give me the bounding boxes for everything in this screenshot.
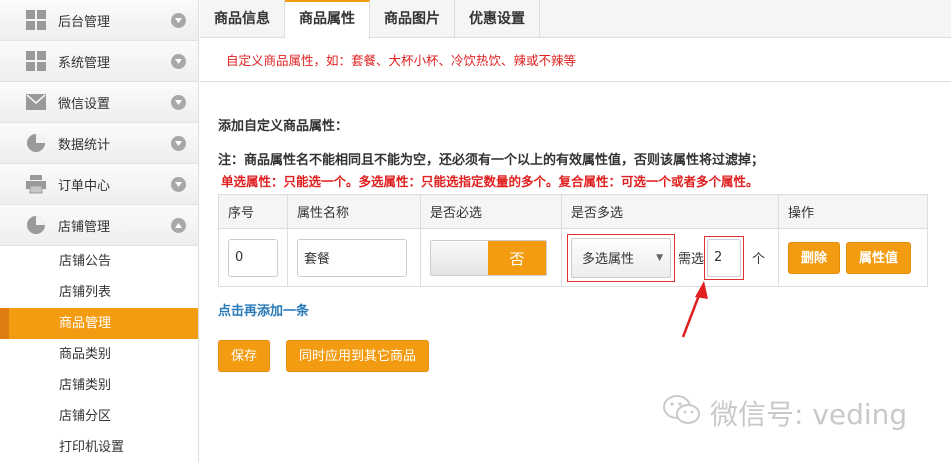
tab-goods-attrs[interactable]: 商品属性 — [285, 0, 370, 39]
sub-item-printer[interactable]: 打印机设置 — [0, 432, 198, 462]
menu-item-statistics[interactable]: 数据统计 — [0, 123, 198, 164]
col-header-multi: 是否多选 — [561, 194, 779, 229]
main-content: 添加自定义商品属性： 注：商品属性名不能相同且不能为空，还必须有一个以上的有效属… — [218, 82, 933, 372]
unit-label: 个 — [752, 252, 766, 267]
attr-table: 序号 属性名称 是否必选 是否多选 操作 否 — [218, 194, 928, 287]
col-header-name: 属性名称 — [287, 194, 421, 229]
save-button[interactable]: 保存 — [218, 340, 271, 372]
caret-down-icon: ▼ — [656, 252, 663, 263]
menu-item-label: 订单中心 — [58, 178, 111, 194]
sidebar: 后台管理 系统管理 微信设置 数据统计 订单中心 店铺管理 店铺公告 店铺列表 … — [0, 0, 199, 462]
col-header-index: 序号 — [218, 194, 288, 229]
tab-discount[interactable]: 优惠设置 — [455, 0, 540, 38]
watermark-text: 微信号: veding — [710, 398, 908, 431]
grid-icon — [26, 10, 46, 30]
menu-item-label: 微信设置 — [58, 96, 111, 112]
mail-icon — [26, 92, 46, 112]
watermark: 微信号: veding — [662, 393, 907, 433]
highlight-box — [704, 235, 745, 280]
sub-item-goods[interactable]: 商品管理 — [0, 308, 198, 339]
apply-all-button[interactable]: 同时应用到其它商品 — [286, 340, 430, 372]
menu-item-label: 数据统计 — [58, 137, 111, 153]
table-row: 否 多选属性 ▼ 需选 — [218, 228, 928, 287]
need-label: 需选 — [678, 252, 705, 267]
chevron-down-icon[interactable] — [171, 177, 186, 192]
index-input[interactable] — [228, 238, 278, 277]
select-count-input[interactable] — [707, 238, 742, 277]
sub-item-store-category[interactable]: 店铺类别 — [0, 370, 198, 401]
multi-select-dropdown[interactable]: 多选属性 ▼ — [571, 237, 671, 278]
sub-item-goods-category[interactable]: 商品类别 — [0, 339, 198, 370]
menu-item-label: 系统管理 — [58, 55, 111, 71]
chevron-up-icon[interactable] — [171, 218, 186, 233]
col-header-required: 是否必选 — [420, 194, 562, 229]
chevron-down-icon[interactable] — [171, 95, 186, 110]
chevron-down-icon[interactable] — [171, 136, 186, 151]
toggle-off-half — [431, 240, 488, 275]
menu-item-wechat[interactable]: 微信设置 — [0, 82, 198, 123]
sub-item-notice[interactable]: 店铺公告 — [0, 246, 198, 277]
chevron-down-icon[interactable] — [171, 54, 186, 69]
chevron-down-icon[interactable] — [171, 13, 186, 28]
menu-item-system[interactable]: 系统管理 — [0, 41, 198, 82]
sub-item-store-list[interactable]: 店铺列表 — [0, 277, 198, 308]
menu-item-label: 后台管理 — [58, 14, 111, 30]
menu-item-label: 店铺管理 — [58, 219, 111, 235]
add-row-link[interactable]: 点击再添加一条 — [218, 300, 933, 319]
tab-goods-images[interactable]: 商品图片 — [370, 0, 455, 38]
pie-chart-icon — [26, 215, 46, 235]
tab-goods-info[interactable]: 商品信息 — [200, 0, 285, 38]
wechat-logo-icon — [662, 394, 702, 433]
note-red-text: 单选属性：只能选一个。多选属性：只能选指定数量的多个。复合属性：可选一个或者多个… — [221, 174, 759, 189]
pie-chart-icon — [26, 133, 46, 153]
note-text: 注：商品属性名不能相同且不能为空，还必须有一个以上的有效属性值，否则该属性将过滤… — [218, 153, 765, 168]
section-title: 添加自定义商品属性： — [218, 119, 349, 134]
attr-hint: 自定义商品属性，如：套餐、大杯小杯、冷饮热饮、辣或不辣等 — [200, 39, 951, 82]
sub-item-store-zone[interactable]: 店铺分区 — [0, 401, 198, 432]
attr-values-button[interactable]: 属性值 — [846, 241, 912, 274]
highlight-box: 多选属性 ▼ — [567, 233, 675, 282]
grid-icon — [26, 51, 46, 71]
menu-item-store[interactable]: 店铺管理 — [0, 205, 198, 246]
delete-button[interactable]: 删除 — [788, 241, 841, 274]
store-submenu: 店铺公告 店铺列表 商品管理 商品类别 店铺类别 店铺分区 打印机设置 — [0, 246, 198, 462]
attr-name-input[interactable] — [297, 238, 407, 277]
toggle-label: 否 — [488, 240, 546, 275]
select-value: 多选属性 — [582, 252, 635, 267]
required-toggle[interactable]: 否 — [430, 239, 547, 276]
menu-item-orders[interactable]: 订单中心 — [0, 164, 198, 205]
col-header-ops: 操作 — [778, 194, 928, 229]
tab-bar: 商品信息 商品属性 商品图片 优惠设置 — [200, 0, 951, 39]
printer-icon — [26, 174, 46, 194]
menu-item-admin[interactable]: 后台管理 — [0, 0, 198, 41]
